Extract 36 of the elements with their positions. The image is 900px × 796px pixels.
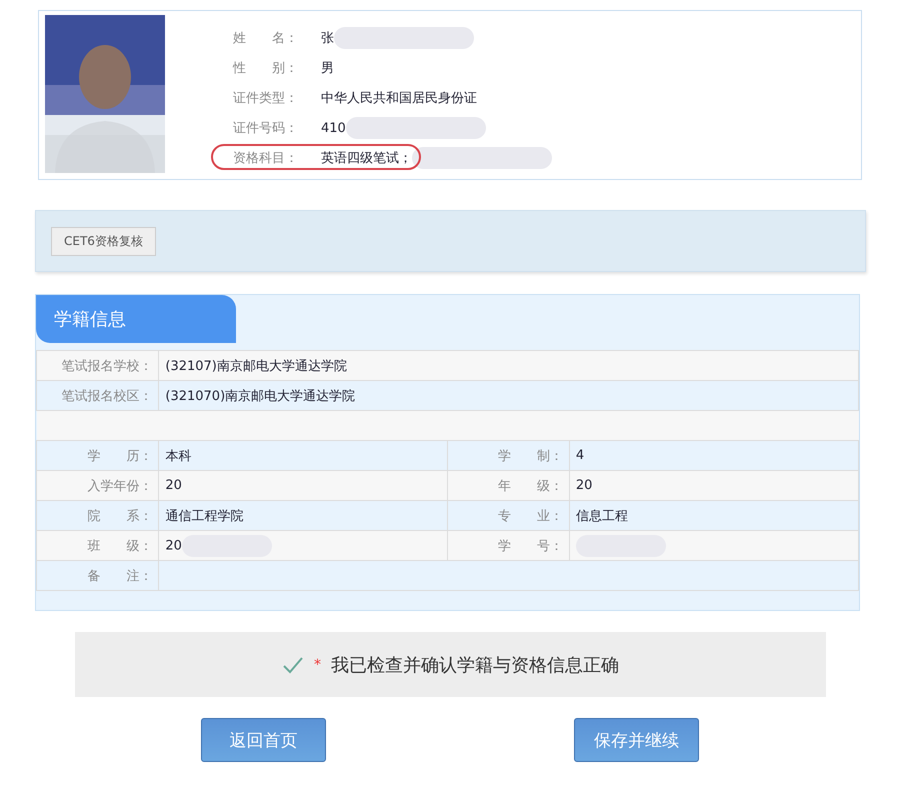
- table-value: 通信工程学院: [165, 508, 244, 524]
- table-label: 入学年份：: [36, 470, 159, 500]
- table-value: 20: [576, 478, 592, 493]
- field-value: 中华人民共和国居民身份证: [321, 90, 477, 107]
- table-label: 院 系：: [36, 500, 159, 530]
- review-button[interactable]: CET6资格复核: [51, 226, 156, 256]
- table-value: (321070)南京邮电大学通达学院: [165, 388, 356, 404]
- field-label: 性 别：: [233, 60, 299, 77]
- field-label: 资格科目：: [233, 150, 299, 167]
- field-label: 证件类型：: [233, 90, 299, 107]
- table-label: 学 历：: [36, 440, 159, 470]
- table-label: 笔试报名校区：: [36, 380, 159, 410]
- table-value: 20: [165, 478, 182, 493]
- field-value: 英语四级笔试；: [321, 150, 412, 167]
- field-value: 410: [321, 120, 346, 136]
- table-value: 信息工程: [576, 508, 628, 524]
- table-value: 本科: [165, 448, 192, 464]
- table-label: 班 级：: [36, 530, 159, 560]
- field-value: 男: [321, 60, 334, 77]
- table-value: 20: [165, 538, 182, 554]
- table-label: 年 级：: [448, 470, 570, 500]
- table-label: 学 号：: [448, 530, 570, 560]
- action-button[interactable]: 保存并继续: [574, 718, 699, 762]
- table-label: 备 注：: [36, 560, 159, 590]
- table-value: 4: [576, 448, 584, 463]
- table-label: 笔试报名学校：: [36, 350, 159, 380]
- field-value: 张: [321, 30, 334, 47]
- action-button[interactable]: 返回首页: [201, 718, 326, 762]
- required-mark: *: [314, 656, 321, 672]
- confirm-text: 我已检查并确认学籍与资格信息正确: [331, 654, 619, 676]
- field-label: 姓 名：: [233, 30, 299, 47]
- table-label: 学 制：: [448, 440, 570, 470]
- field-label: 证件号码：: [233, 120, 299, 137]
- checkmark-icon[interactable]: [282, 654, 304, 674]
- table-value: (32107)南京邮电大学通达学院: [165, 358, 347, 374]
- table-label: 专 业：: [448, 500, 570, 530]
